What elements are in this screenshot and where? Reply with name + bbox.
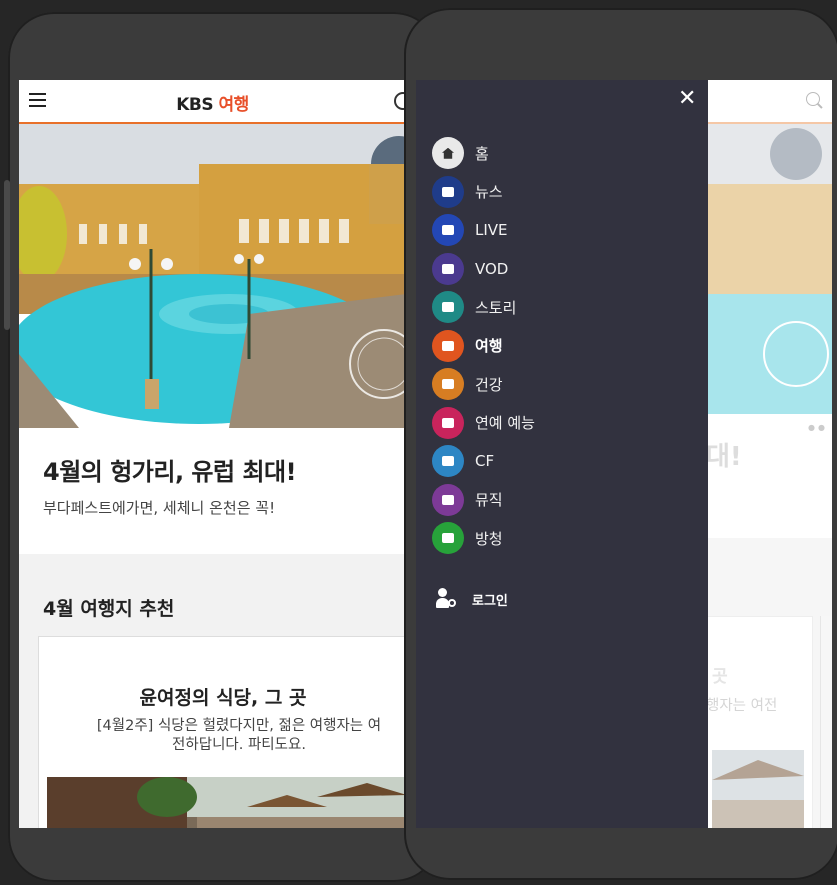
left-phone-screen: KBS 여행 4월의 헝가리, 유럽 최대! 부다페스트에가면, 세체니 온천은… — [19, 80, 406, 828]
drawer-item[interactable]: 스토리 — [432, 288, 535, 327]
drawer-item[interactable]: 연예 예능 — [432, 404, 535, 443]
story-icon — [432, 291, 464, 324]
background-hero-image — [706, 124, 832, 414]
close-icon[interactable]: ✕ — [678, 86, 696, 111]
drawer-item[interactable]: 뉴스 — [432, 173, 535, 212]
drawer-menu: 홈뉴스 LIVE VOD 스토리여행건강연예 예능 CF 뮤직방청 — [432, 134, 535, 558]
drawer-item[interactable]: 홈 — [432, 134, 535, 173]
drawer-item-label: 건강 — [475, 375, 503, 394]
hero-image[interactable] — [19, 124, 406, 428]
background-header — [706, 80, 832, 124]
login-label: 로그인 — [472, 593, 508, 609]
card-description-line1: [4월2주] 식당은 헐렸다지만, 젊은 여행자는 여 — [96, 718, 382, 734]
drawer-item-label: CF — [475, 452, 495, 471]
drawer-item[interactable]: LIVE — [432, 211, 535, 250]
card-description-line2: 전하답니다. 파티도요. — [172, 737, 306, 753]
user-settings-icon — [436, 588, 458, 610]
card-title: 윤여정의 식당, 그 곳 — [139, 687, 307, 709]
drawer-item-label: VOD — [475, 259, 509, 278]
drawer-item-label: LIVE — [475, 221, 508, 240]
right-phone-screen: ●● 대! 곳 행자는 여전 ✕ 홈뉴스 LIVE VOD 스토리여행건강연예 예능 C… — [416, 80, 832, 828]
kbs-travel-logo[interactable]: KBS 여행 — [19, 90, 406, 115]
health-icon — [432, 368, 464, 401]
feature-text[interactable]: 4월의 헝가리, 유럽 최대! 부다페스트에가면, 세체니 온천은 꼭! — [43, 452, 403, 518]
drawer-item[interactable]: 뮤직 — [432, 481, 535, 520]
background-card-desc: 행자는 여전 — [706, 698, 778, 714]
drawer-item-label: 뮤직 — [475, 491, 503, 510]
logo-travel: 여행 — [218, 95, 250, 115]
card-image[interactable] — [47, 777, 406, 828]
drawer-item[interactable]: CF — [432, 442, 535, 481]
background-card-image — [712, 750, 804, 828]
ticket-icon — [432, 522, 464, 555]
recommendation-card[interactable]: 윤여정의 식당, 그 곳 [4월2주] 식당은 헐렸다지만, 젊은 여행자는 여… — [38, 636, 406, 828]
drawer-item[interactable]: 방청 — [432, 519, 535, 558]
device-side-button — [4, 180, 10, 330]
background-card-title: 곳 — [712, 667, 728, 687]
section-title: 4월 여행지 추천 — [43, 598, 175, 620]
vod-icon — [432, 252, 464, 285]
drawer-item-label: 연예 예능 — [475, 414, 535, 433]
search-icon[interactable] — [806, 92, 820, 106]
next-card-edge — [820, 616, 832, 828]
feature-subtitle: 부다페스트에가면, 세체니 온천은 꼭! — [43, 499, 276, 517]
cf-icon — [432, 445, 464, 478]
drawer-item-label: 뉴스 — [475, 183, 503, 202]
drawer-item-label: 홈 — [475, 144, 489, 163]
navigation-drawer: ✕ 홈뉴스 LIVE VOD 스토리여행건강연예 예능 CF 뮤직방청 로그인 — [416, 80, 708, 828]
drawer-item-label: 여행 — [475, 337, 503, 356]
live-icon — [432, 214, 464, 247]
carousel-dots: ●● — [808, 423, 828, 432]
drawer-item-label: 스토리 — [475, 298, 517, 317]
drawer-item[interactable]: 건강 — [432, 365, 535, 404]
drawer-item[interactable]: 여행 — [432, 327, 535, 366]
card-description: [4월2주] 식당은 헐렸다지만, 젊은 여행자는 여 전하답니다. 파티도요. — [49, 717, 406, 755]
feature-title: 4월의 헝가리, 유럽 최대! — [43, 458, 297, 486]
news-icon — [432, 175, 464, 208]
drawer-item-label: 방청 — [475, 529, 503, 548]
logo-kbs: KBS — [176, 95, 214, 115]
background-title-fragment: 대! — [706, 442, 742, 472]
drawer-item[interactable]: VOD — [432, 250, 535, 289]
travel-icon — [432, 329, 464, 362]
music-icon — [432, 483, 464, 516]
entertainment-icon — [432, 406, 464, 439]
home-icon — [432, 137, 464, 170]
login-button[interactable]: 로그인 — [436, 588, 508, 610]
app-header: KBS 여행 — [19, 80, 406, 124]
